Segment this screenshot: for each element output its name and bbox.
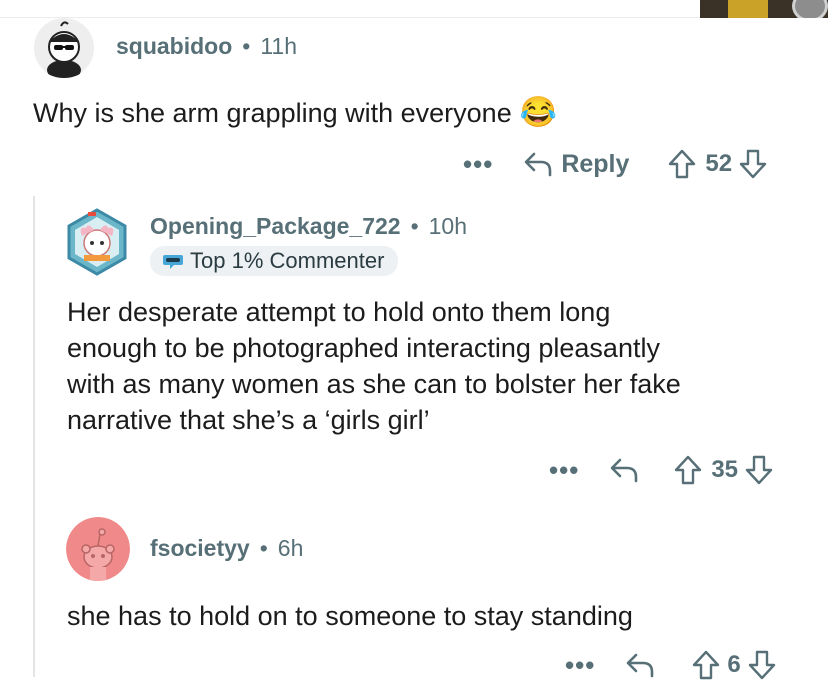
vote-score: 35 [711, 456, 739, 483]
more-options-button[interactable]: ••• [565, 650, 595, 681]
commenter-badge-icon [163, 255, 183, 269]
comment-text-line: with as many women as she can to bolster… [67, 369, 681, 399]
top-divider [0, 17, 700, 18]
more-options-button[interactable]: ••• [463, 149, 493, 180]
meta-separator: • [242, 33, 251, 59]
vote-score: 52 [705, 150, 733, 177]
user-avatar-icon [67, 208, 127, 276]
reply-button[interactable]: Reply [523, 149, 629, 179]
downvote-icon[interactable] [738, 148, 768, 180]
comment-text-line: enough to be photographed interacting pl… [67, 333, 660, 363]
snoo-avatar-icon [66, 517, 130, 581]
upvote-icon[interactable] [691, 649, 721, 681]
comment-text: Why is she arm grappling with everyone [33, 98, 512, 128]
comment-actions: ••• Reply 52 [463, 146, 768, 182]
thread-line[interactable] [33, 196, 35, 677]
comment-body: she has to hold on to someone to stay st… [67, 598, 633, 634]
reply-icon[interactable] [609, 455, 641, 485]
comment-body: Why is she arm grappling with everyone 😂 [33, 95, 557, 131]
more-options-button[interactable]: ••• [549, 455, 579, 486]
upvote-icon[interactable] [673, 454, 703, 486]
upvote-icon[interactable] [667, 148, 697, 180]
avatar-fsocietyy[interactable] [66, 517, 130, 581]
username[interactable]: Opening_Package_722 [150, 213, 401, 240]
meta-separator: • [410, 213, 419, 239]
comment-text: she has to hold on to someone to stay st… [67, 601, 633, 631]
post-thumbnail[interactable] [700, 0, 828, 18]
timestamp: 6h [277, 535, 304, 561]
downvote-icon[interactable] [747, 649, 777, 681]
avatar-squabidoo[interactable] [32, 18, 96, 78]
vote-score: 6 [727, 651, 741, 678]
username[interactable]: squabidoo [116, 33, 232, 60]
comment-body: Her desperate attempt to hold onto them … [67, 294, 681, 438]
timestamp: 10h [428, 213, 468, 239]
top-commenter-badge[interactable]: Top 1% Commenter [150, 246, 399, 276]
downvote-icon[interactable] [744, 454, 774, 486]
reply-icon[interactable] [625, 650, 657, 680]
comment-text-line: Her desperate attempt to hold onto them … [67, 297, 611, 327]
reply-label: Reply [561, 149, 630, 178]
user-avatar-icon [34, 18, 94, 78]
username[interactable]: fsocietyy [150, 535, 250, 562]
comment-text-line: narrative that she’s a ‘girls girl’ [67, 405, 430, 435]
laughing-emoji: 😂 [519, 96, 558, 129]
timestamp: 11h [260, 33, 298, 59]
avatar-opening-package[interactable] [66, 208, 128, 276]
meta-separator: • [259, 535, 268, 561]
comment-actions: ••• 35 [549, 452, 774, 488]
badge-label: Top 1% Commenter [190, 248, 385, 273]
reply-icon [525, 152, 552, 177]
